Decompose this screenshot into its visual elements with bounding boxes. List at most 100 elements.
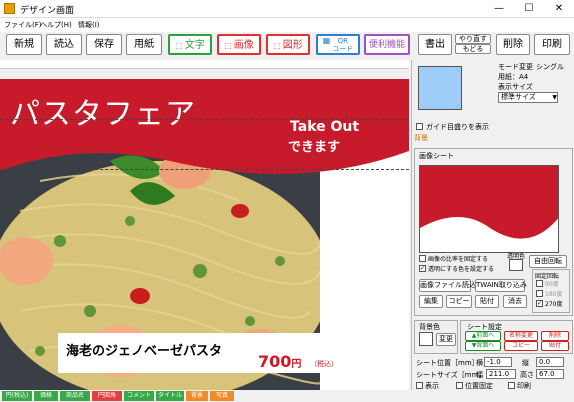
menu-file[interactable]: ファイル(F) (4, 20, 42, 30)
redo-button[interactable]: やり直す (455, 34, 491, 44)
shape-button-label: 図形 (282, 40, 303, 51)
to-back-button[interactable]: ▼背面へ (465, 341, 501, 351)
paper-button[interactable]: 用紙 (126, 34, 162, 55)
erase-button[interactable]: 消去 (503, 295, 527, 308)
image-button-label: 画像 (233, 40, 254, 51)
convenience-button[interactable]: 便利機能 (364, 34, 410, 55)
paper-label: 用紙：A4 (498, 73, 529, 81)
load-button[interactable]: 読込 (46, 34, 82, 55)
free-rotate-button[interactable]: 自由回転 (529, 255, 567, 268)
rotate-270-checkbox[interactable]: ✓ (536, 300, 543, 307)
layer-tab-photo[interactable]: 写真 (210, 391, 234, 401)
name-change-button[interactable]: 名称変更 (504, 331, 538, 341)
image-button[interactable]: ⬚ 画像 (217, 34, 261, 55)
menu-help[interactable]: ヘルプ(H) (40, 20, 72, 30)
paste-button[interactable]: 貼付 (475, 295, 499, 308)
transparent-color-checkbox[interactable]: ✓ (419, 265, 426, 272)
layer-tab-shape[interactable]: 円図角 (92, 391, 122, 401)
print-button[interactable]: 印刷 (534, 34, 570, 55)
poster-title[interactable]: パスタフェア (10, 89, 196, 133)
layer-tab-comment[interactable]: コメント (124, 391, 154, 401)
image-tool-icon: ⬚ (224, 41, 232, 50)
layer-tab-price[interactable]: 価格 (34, 391, 58, 401)
price-tax-note[interactable]: （税込） (310, 359, 338, 369)
image-sheet-label: 画像シート (419, 152, 454, 160)
price-unit: 円 (291, 359, 302, 370)
display-size-select[interactable]: 標準サイズ ▼ (498, 92, 558, 103)
sheet-copy-button[interactable]: コピー (504, 341, 538, 351)
rotate-90-label: 90度 (545, 281, 559, 288)
layer-tab-background[interactable]: 背景 (186, 391, 208, 401)
sheet-paste-button[interactable]: 貼付 (541, 341, 569, 351)
fixed-rotate-group: 固定回転 90度 180度 ✓ 270度 (532, 269, 570, 313)
bg-color-change-button[interactable]: 変更 (436, 333, 456, 346)
delete-button[interactable]: 削除 (496, 34, 530, 55)
mode-change-label[interactable]: モード変更 (498, 62, 533, 72)
bg-color-swatch[interactable] (419, 332, 433, 346)
rotate-270-label: 270度 (545, 301, 563, 308)
image-file-load-button[interactable]: 画像ファイル読込 (419, 279, 476, 292)
design-canvas[interactable]: パスタフェア Take Out できます 海老のジェノベーゼパスタ 700円 （… (0, 60, 409, 390)
menu-info[interactable]: 情報(I) (78, 20, 100, 30)
edit-button[interactable]: 編集 (419, 295, 443, 308)
close-button[interactable]: ✕ (544, 0, 574, 18)
chevron-down-icon: ▼ (552, 94, 557, 101)
dish-name[interactable]: 海老のジェノベーゼパスタ (66, 340, 222, 359)
new-button[interactable]: 新規 (6, 34, 42, 55)
rotate-180-label: 180度 (545, 291, 563, 298)
maximize-button[interactable]: ☐ (514, 0, 544, 18)
text-button[interactable]: ⬚ 文字 (168, 34, 212, 55)
width-label: 幅 (476, 371, 483, 379)
toolbar: 新規 読込 保存 用紙 ⬚ 文字 ⬚ 画像 ⬚ 図形 ▦ QR コード 便利機能 書出 … (0, 32, 574, 58)
position-y-input[interactable]: 0.0 (536, 357, 564, 367)
window-title: デザイン画面 (20, 6, 75, 16)
vertical-label: 縦 (522, 359, 529, 367)
copy-button[interactable]: コピー (446, 295, 472, 308)
sheet-delete-button[interactable]: 削除 (541, 331, 569, 341)
rotate-180-checkbox[interactable] (536, 290, 543, 297)
size-height-input[interactable]: 67.0 (536, 369, 564, 379)
paper-preview (418, 66, 462, 110)
qr-code-button[interactable]: ▦ QR コード (316, 34, 360, 55)
bg-color-group: 背景色 変更 (414, 320, 458, 354)
keep-ratio-checkbox[interactable] (419, 255, 426, 262)
position-fixed-checkbox[interactable] (456, 382, 463, 389)
guide-frame-checkbox[interactable] (416, 123, 423, 130)
price-value: 700 (258, 352, 292, 371)
sheet-settings-group: シート設定 ▲前面へ ▼背面へ 名称変更 コピー 削除 貼付 (460, 320, 573, 354)
guide-frame-label: ガイド目盛りを表示 (426, 123, 489, 131)
poster[interactable]: パスタフェア Take Out できます 海老のジェノベーゼパスタ 700円 （… (0, 79, 409, 390)
minimize-button[interactable]: — (484, 0, 514, 18)
to-front-button[interactable]: ▲前面へ (465, 331, 501, 341)
sheet-position-label: シート位置［mm］ (416, 359, 479, 367)
qr-tool-icon: ▦ (322, 36, 331, 45)
position-x-input[interactable]: -1.0 (484, 357, 512, 367)
show-checkbox[interactable] (416, 382, 423, 389)
shape-tool-icon: ⬚ (273, 41, 281, 50)
takeout-text-1[interactable]: Take Out (290, 119, 359, 135)
takeout-text-2[interactable]: できます (288, 136, 340, 155)
redo-undo-group: やり直す もどる (455, 34, 491, 55)
layer-tab-title[interactable]: タイトル (156, 391, 184, 401)
single-label: シングル (536, 63, 564, 71)
layer-tab-product-name[interactable]: 商品名 (60, 391, 90, 401)
app-icon (4, 3, 15, 14)
undo-button[interactable]: もどる (455, 44, 491, 54)
layer-tab-price-tax[interactable]: 円(税込) (2, 391, 32, 401)
sheet-preview (419, 165, 559, 253)
display-size-value: 標準サイズ (501, 93, 536, 101)
transparent-color-swatch[interactable] (509, 259, 523, 271)
print-checkbox[interactable] (508, 382, 515, 389)
display-size-label: 表示サイズ (498, 83, 533, 91)
caption-box[interactable]: 海老のジェノベーゼパスタ 700円 （税込） (58, 333, 338, 373)
rotate-90-checkbox[interactable] (536, 280, 543, 287)
bg-color-label: 背景色 (419, 323, 440, 331)
price[interactable]: 700円 (258, 352, 301, 371)
horizontal-label: 横 (476, 359, 483, 367)
size-width-input[interactable]: 211.0 (486, 369, 516, 379)
print-out-button[interactable]: 書出 (418, 34, 452, 55)
twain-button[interactable]: TWAIN取り込み (475, 279, 527, 292)
save-button[interactable]: 保存 (86, 34, 122, 55)
image-sheet-group: 画像シート 画像の比率を固定する ✓ 透明にする色を設定する 透明色 自由回転 … (414, 148, 573, 316)
shape-button[interactable]: ⬚ 図形 (266, 34, 310, 55)
